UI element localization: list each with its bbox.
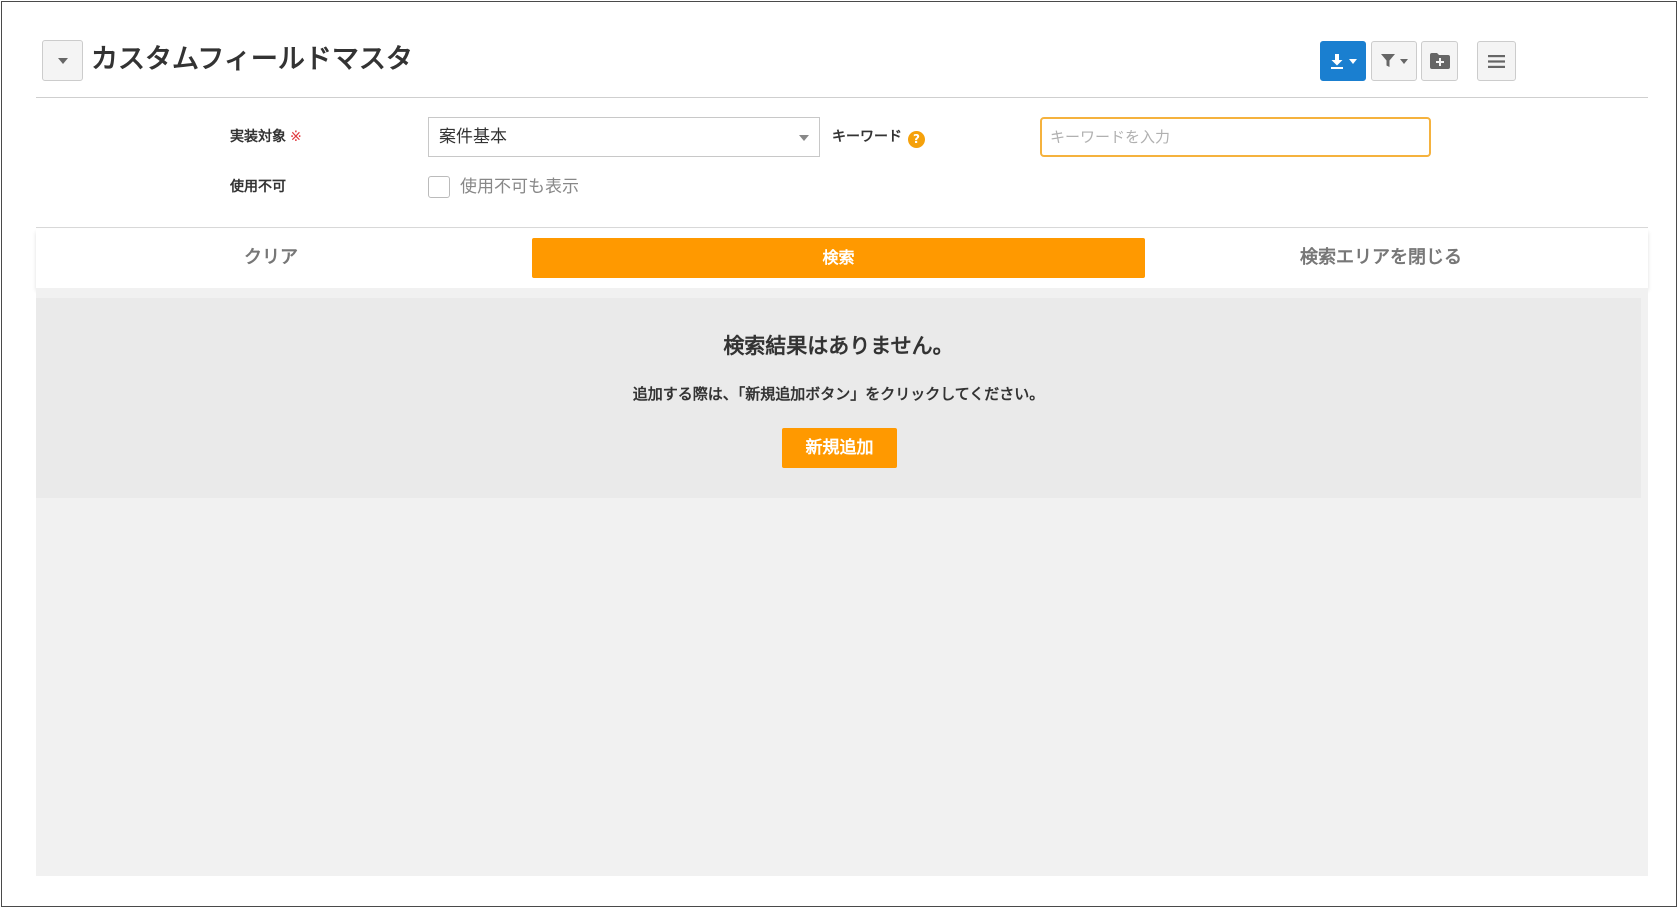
chevron-down-icon	[799, 135, 809, 141]
chevron-down-icon	[57, 57, 68, 64]
required-mark: ※	[290, 129, 302, 145]
help-icon[interactable]: ?	[908, 131, 925, 148]
target-label-text: 実装対象	[230, 129, 286, 145]
search-button[interactable]: 検索	[532, 238, 1145, 278]
empty-results-title: 検索結果はありません。	[723, 334, 954, 358]
close-search-area-button[interactable]: 検索エリアを閉じる	[1256, 238, 1506, 278]
menu-button[interactable]	[1477, 41, 1516, 81]
download-icon	[1330, 53, 1343, 69]
add-folder-button[interactable]	[1421, 41, 1458, 81]
show-disabled-checkbox-label[interactable]: 使用不可も表示	[460, 174, 579, 200]
clear-button[interactable]: クリア	[196, 238, 346, 278]
page-header: カスタムフィールドマスタ	[36, 40, 1648, 98]
add-new-button[interactable]: 新規追加	[782, 428, 897, 468]
download-button[interactable]	[1320, 41, 1366, 81]
keyword-input[interactable]	[1040, 117, 1431, 157]
chevron-down-icon	[1348, 58, 1357, 64]
page-title: カスタムフィールドマスタ	[91, 44, 413, 75]
empty-results-message: 追加する際は、「新規追加ボタン」をクリックしてください。	[632, 385, 1045, 403]
target-select[interactable]: 案件基本	[428, 117, 820, 157]
filter-button[interactable]	[1371, 41, 1417, 81]
window-frame: カスタムフィールドマスタ 実装対象 ※ 案件基本 キーワード ? キーワードを入…	[1, 1, 1677, 907]
show-disabled-checkbox[interactable]	[428, 176, 450, 198]
search-area: 実装対象※ 案件基本 キーワード? 使用不可 使用不可も表示	[36, 98, 1648, 228]
target-field-label: 実装対象 ※	[230, 127, 302, 147]
empty-results-panel: 検索結果はありません。 追加する際は、「新規追加ボタン」をクリックしてください。…	[36, 298, 1641, 498]
keyword-field-label: キーワード?	[832, 127, 925, 148]
filter-icon	[1380, 54, 1395, 67]
folder-add-icon	[1429, 53, 1450, 69]
chevron-down-icon	[1399, 58, 1408, 64]
target-select-value: 案件基本	[439, 127, 507, 147]
hamburger-menu-icon	[1488, 54, 1505, 68]
search-action-bar: クリア 検索 検索エリアを閉じる	[36, 229, 1648, 288]
collapse-toggle-button[interactable]	[42, 40, 83, 81]
keyword-label-text: キーワード	[832, 129, 902, 145]
disabled-field-label: 使用不可	[230, 179, 286, 195]
